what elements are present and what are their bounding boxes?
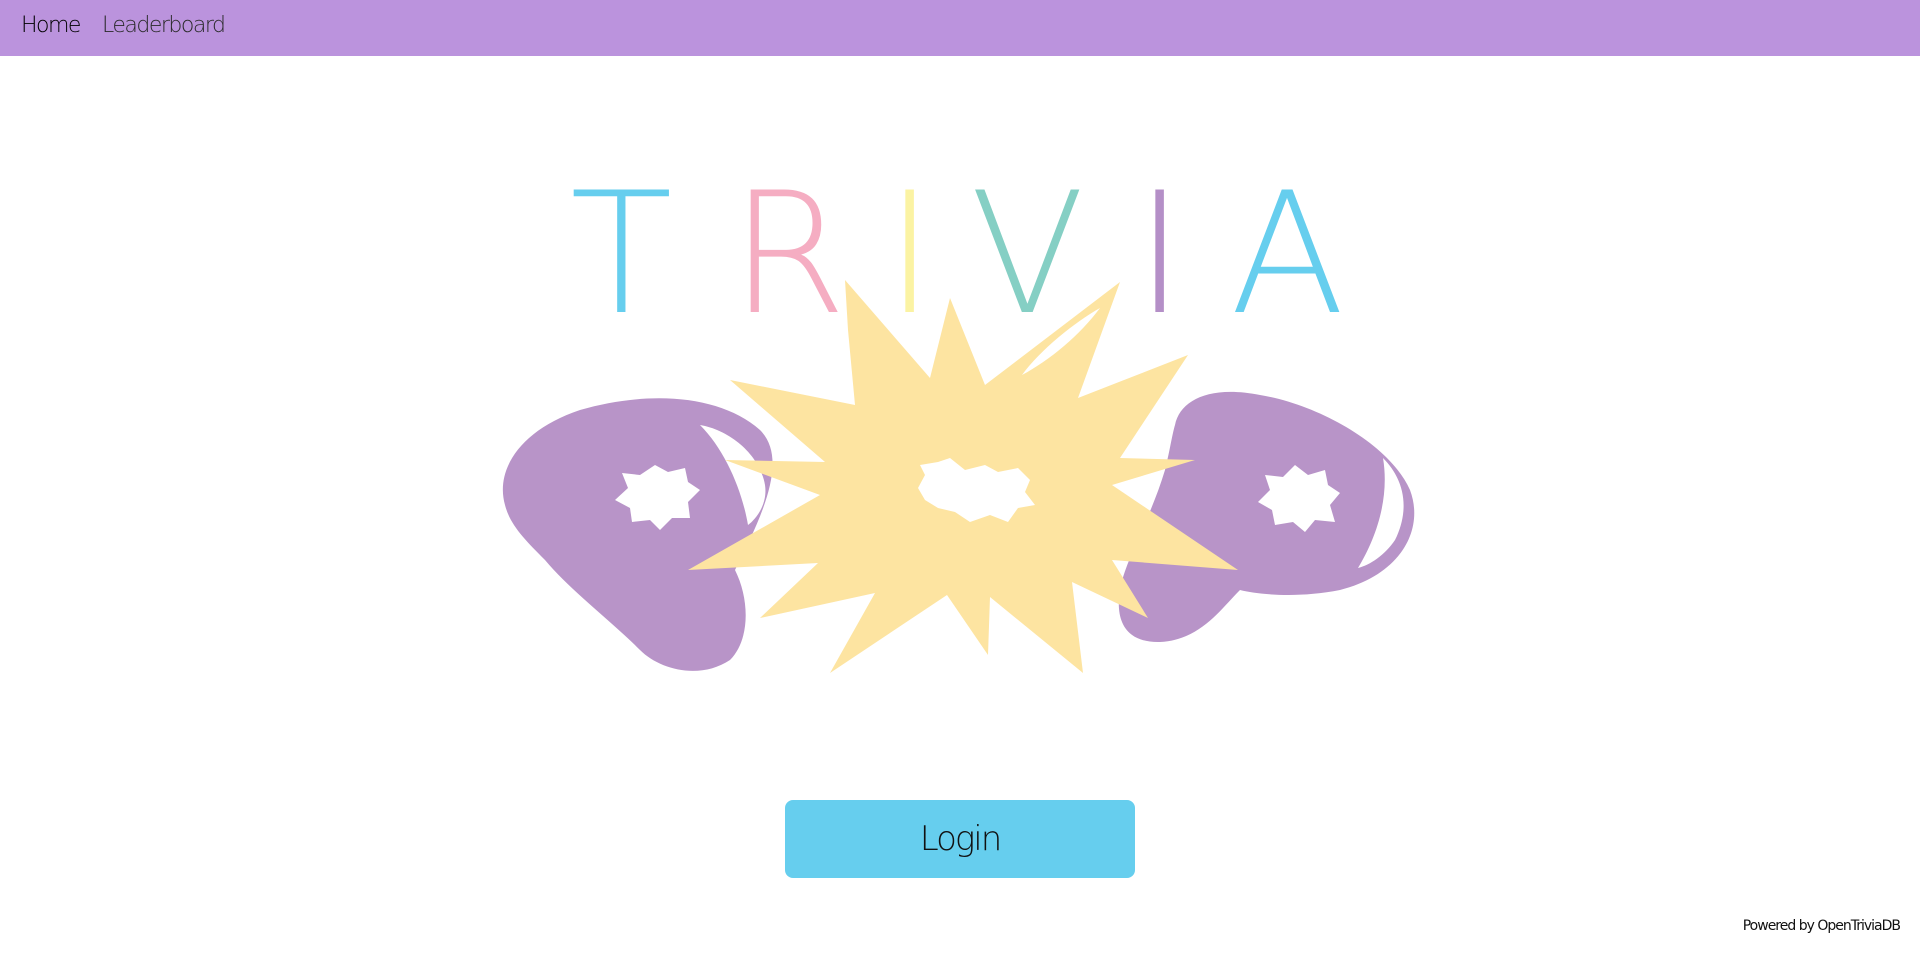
title-letter-i: I	[885, 156, 935, 352]
trivia-title: T R I V I A	[570, 170, 1360, 338]
right-controller-icon	[1118, 391, 1415, 643]
title-letter-a: A	[1230, 156, 1345, 352]
title-letter-r: R	[730, 156, 847, 352]
login-button[interactable]: Login	[785, 800, 1135, 878]
title-letter-t: T	[570, 156, 673, 352]
left-controller-icon	[502, 398, 773, 671]
powered-by-text: Powered by OpenTriviaDB	[1742, 918, 1901, 934]
title-letter-v: V	[970, 156, 1085, 352]
title-letter-i: I	[1135, 156, 1185, 352]
